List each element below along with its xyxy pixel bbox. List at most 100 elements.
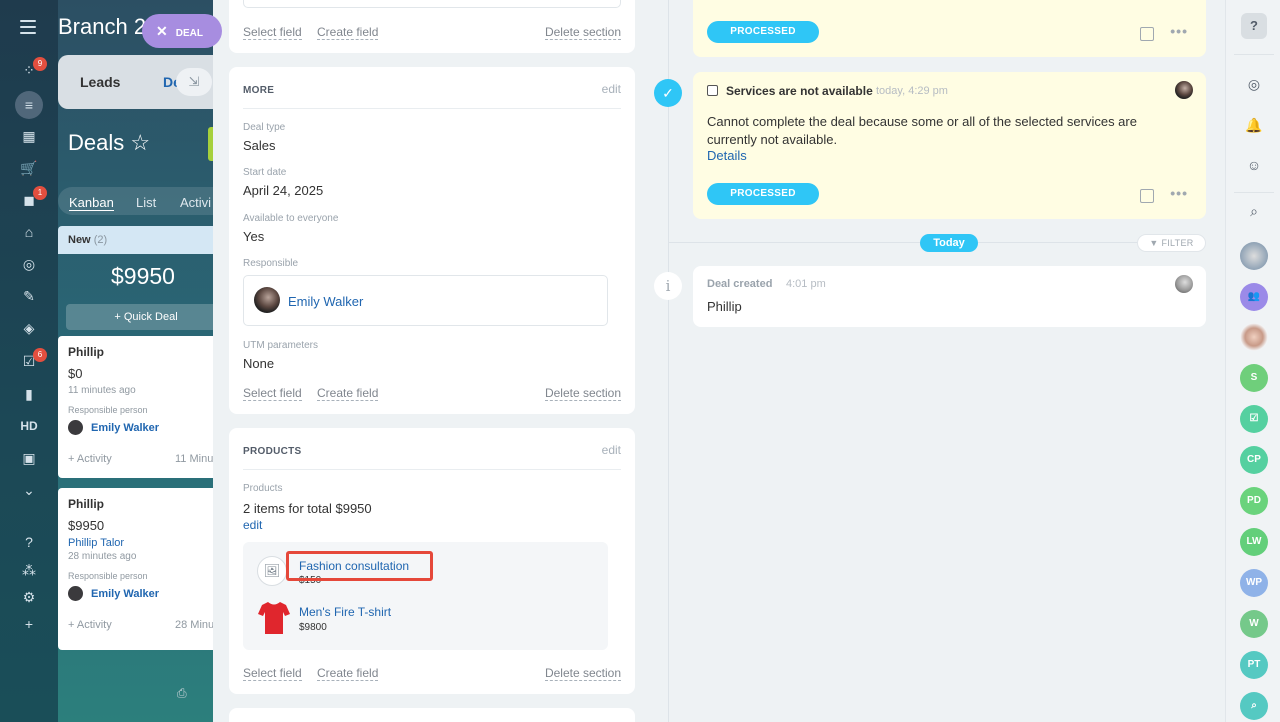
card-amount: $9950 [68,518,105,533]
section-edit-link[interactable]: edit [602,82,621,96]
more-dots-icon[interactable]: ••• [1170,185,1188,201]
crm-filter-icon[interactable]: ≡ [19,95,39,115]
avatar[interactable]: CP [1240,446,1268,474]
card-resp-name[interactable]: Emily Walker [91,422,159,434]
event-time: 4:01 pm [786,278,826,290]
target-icon[interactable]: ◎ [19,254,39,274]
products-summary: 2 items for total $9950 [243,501,372,516]
delete-section-link[interactable]: Delete section [544,386,621,401]
avatar[interactable]: PT [1240,651,1268,679]
details-link[interactable]: Details [707,148,747,163]
field-label: Deal type [243,122,286,133]
tasks-badge: 6 [33,348,47,362]
section-edit-link[interactable]: edit [602,443,621,457]
product-price: $9800 [299,622,327,633]
robot-badge: 1 [33,186,47,200]
helpdesk-icon[interactable]: HD [17,416,41,436]
settings-icon[interactable]: ⚙ [19,587,39,607]
filter-button[interactable]: ▼ FILTER [1137,234,1206,252]
help-button[interactable]: ? [1241,13,1267,39]
delete-section-link[interactable]: Delete section [544,666,621,681]
tab-list[interactable]: List [136,195,156,210]
card-title[interactable]: Phillip [68,497,218,511]
note-icon[interactable] [1140,189,1154,203]
printer-icon[interactable]: ⎙ [177,686,191,700]
more-icon[interactable]: ⌄ [19,480,39,500]
available-value[interactable]: Yes [243,229,264,244]
product-name[interactable]: Men's Fire T-shirt [299,605,391,619]
select-field-link[interactable]: Select field [243,666,302,681]
tab-leads[interactable]: Leads [80,74,120,90]
card-resp-label: Responsible person [68,571,148,581]
menu-icon[interactable] [20,20,36,34]
kanban-card[interactable]: Phillip $9950 Phillip Talor 28 minutes a… [58,488,218,650]
create-field-link[interactable]: Create field [317,25,379,40]
tshirt-icon [258,602,290,634]
divider [243,108,621,109]
add-icon[interactable]: + [19,614,39,634]
deal-fields-column: Select field Create field Delete section… [229,0,636,722]
avatar[interactable] [1175,275,1193,293]
avatar[interactable]: LW [1240,528,1268,556]
box-icon[interactable]: ◈ [19,318,39,338]
cart-icon[interactable]: 🛒 [19,158,39,178]
note-icon[interactable] [1140,27,1154,41]
calendar-icon[interactable]: ▦ [19,126,39,146]
close-icon[interactable]: ✕ [156,23,168,39]
help-icon[interactable]: ? [19,532,39,552]
add-activity-link[interactable]: + Activity [68,453,112,465]
kanban-card[interactable]: Phillip $0 11 minutes ago Responsible pe… [58,336,218,478]
responsible-field[interactable]: Emily Walker [243,275,608,326]
tab-activities[interactable]: Activi [180,195,211,210]
deal-slider: Select field Create field Delete section… [213,0,1280,722]
search-icon[interactable]: ⌕ [1240,197,1268,225]
task-card: Services are not available today, 4:29 p… [693,72,1206,219]
avatar[interactable]: S [1240,364,1268,392]
card-resp-name[interactable]: Emily Walker [91,588,159,600]
sign-icon[interactable]: ✎ [19,286,39,306]
avatar[interactable] [1240,242,1268,270]
quick-deal-button[interactable]: + Quick Deal [66,304,218,330]
structure-icon[interactable]: ⁂ [19,560,39,580]
responsible-name[interactable]: Emily Walker [288,294,363,309]
collapse-icon[interactable]: ⇲ [176,68,212,96]
feed-badge: 9 [33,57,47,71]
field-label: Responsible [243,258,299,269]
group-chat-icon[interactable]: 👥 [1240,283,1268,311]
avatar[interactable] [1240,323,1268,351]
task-checkbox[interactable] [707,85,718,96]
avatar [254,287,280,313]
delete-section-link[interactable]: Delete section [544,25,621,40]
card-title[interactable]: Phillip [68,345,218,359]
card-contact[interactable]: Phillip Talor [68,537,218,549]
card-footer: + Activity 11 Minu [68,453,218,465]
select-field-link[interactable]: Select field [243,25,302,40]
products-edit-link[interactable]: edit [243,518,262,532]
avatar[interactable] [1175,81,1193,99]
tab-kanban[interactable]: Kanban [69,195,114,211]
next-section [229,708,635,722]
start-date-value[interactable]: April 24, 2025 [243,183,323,198]
board-icon[interactable]: ▣ [19,448,39,468]
bank-icon[interactable]: ⌂ [19,222,39,242]
avatar[interactable]: W [1240,610,1268,638]
task-title: Services are not available [726,84,873,98]
more-section: MORE edit Deal type Sales Start date Apr… [229,67,635,414]
analytics-icon[interactable]: ▮ [19,384,39,404]
avatar[interactable]: PD [1240,487,1268,515]
bell-icon[interactable]: 🔔 [1240,111,1268,139]
close-deal-pill[interactable]: ✕ DEAL [142,14,222,48]
copilot-icon[interactable]: ◎ [1240,70,1268,98]
search-chat-icon[interactable]: ⌕ [1240,692,1268,720]
chat-icon[interactable]: ☺ [1240,151,1268,179]
checklist-chat-icon[interactable]: ☑ [1240,405,1268,433]
deal-type-value[interactable]: Sales [243,138,276,153]
add-activity-link[interactable]: + Activity [68,619,112,631]
utm-value[interactable]: None [243,356,274,371]
create-field-link[interactable]: Create field [317,666,379,681]
processed-badge: PROCESSED [707,183,819,205]
more-dots-icon[interactable]: ••• [1170,23,1188,39]
avatar[interactable]: WP [1240,569,1268,597]
create-field-link[interactable]: Create field [317,386,379,401]
select-field-link[interactable]: Select field [243,386,302,401]
